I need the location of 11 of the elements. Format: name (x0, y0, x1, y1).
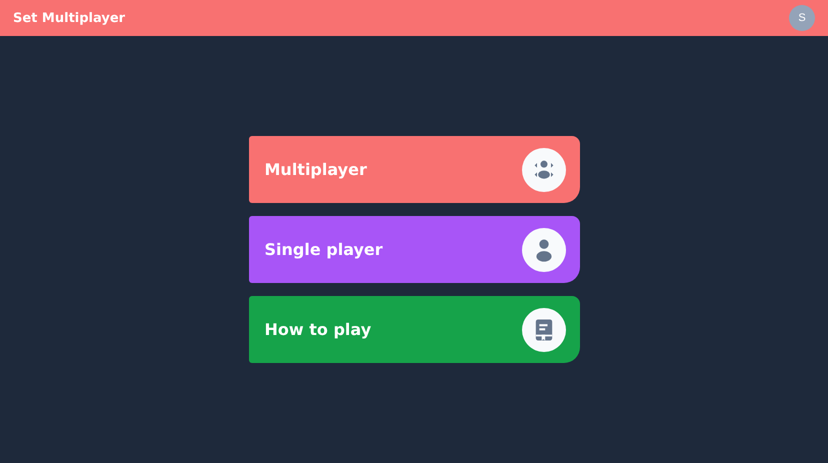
menu-card[interactable]: Multiplayer (248, 136, 580, 203)
person-icon (536, 239, 552, 262)
card-label: Single player (264, 240, 383, 259)
menu-card[interactable]: How to play (248, 296, 580, 363)
user-avatar[interactable]: S (789, 5, 815, 31)
app-title: Set Multiplayer (13, 10, 126, 26)
group-icon (534, 160, 553, 178)
card-label: Multiplayer (264, 160, 367, 179)
card-label: How to play (264, 320, 372, 339)
menu-card[interactable]: Single player (248, 216, 580, 283)
book-icon (535, 319, 552, 340)
